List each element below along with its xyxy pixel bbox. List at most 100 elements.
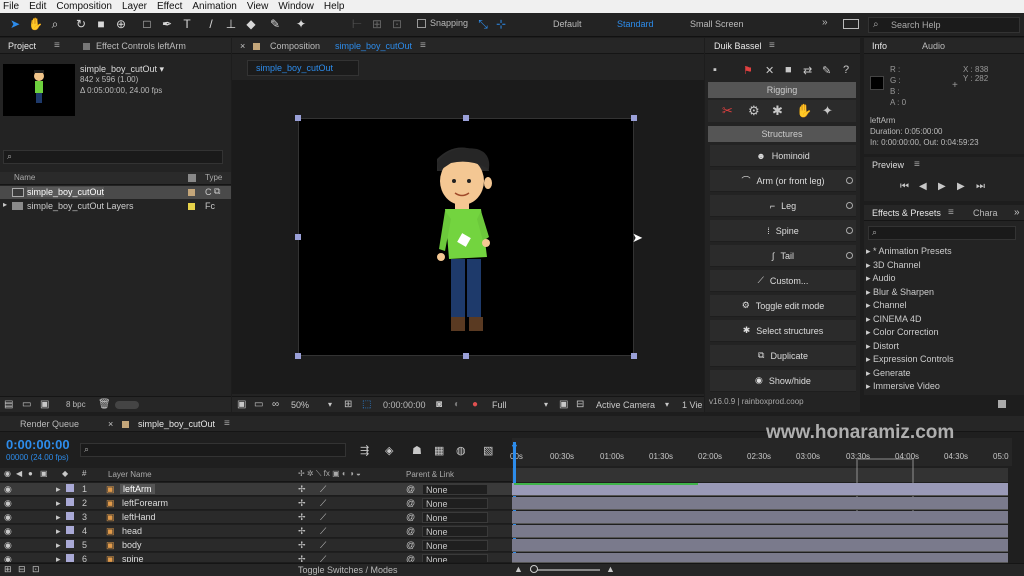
menu-help[interactable]: Help: [324, 1, 345, 12]
layer-row[interactable]: ◉ ▸ 3 ▣ leftHand ✢ ⟋ @ None: [0, 511, 512, 524]
duik-zero-icon[interactable]: ✦: [822, 103, 833, 119]
mask-view-icon[interactable]: ∞: [272, 399, 279, 410]
close-icon[interactable]: ×: [108, 419, 113, 429]
visibility-eye-icon[interactable]: ◉: [4, 554, 12, 562]
layer-duration-bar[interactable]: [512, 553, 1008, 563]
timeline-search-input[interactable]: ⌕: [80, 443, 346, 457]
menu-window[interactable]: Window: [278, 1, 314, 12]
bounding-handle[interactable]: [631, 353, 637, 359]
quality-switch-icon[interactable]: ⟋: [320, 498, 326, 509]
effect-category[interactable]: ▸ * Animation Presets: [866, 245, 1011, 258]
options-radio[interactable]: [846, 202, 853, 209]
always-preview-icon[interactable]: ▣: [237, 399, 246, 410]
snapshot-icon[interactable]: ◙: [436, 399, 442, 410]
expand-arrow-icon[interactable]: ▸: [56, 512, 61, 523]
duik-toggle-edit-button[interactable]: ⚙ Toggle edit mode: [710, 295, 856, 317]
bounding-handle[interactable]: [463, 115, 469, 121]
pick-whip-icon[interactable]: @: [406, 540, 415, 550]
composition-tab-prefix[interactable]: Composition: [270, 41, 320, 51]
expand-arrow-icon[interactable]: ▸: [56, 498, 61, 509]
visibility-eye-icon[interactable]: ◉: [4, 512, 12, 523]
zoom-in-icon[interactable]: ▲: [606, 564, 615, 574]
visibility-eye-icon[interactable]: ◉: [4, 498, 12, 509]
duik-camera-icon[interactable]: ■: [785, 64, 792, 76]
tab-render-queue[interactable]: Render Queue: [20, 419, 79, 429]
tab-info[interactable]: Info: [872, 41, 887, 51]
duik-menu-icon[interactable]: ≡: [769, 40, 775, 51]
comp-flow-subtab[interactable]: simple_boy_cutOut: [247, 60, 359, 76]
timeline-menu-icon[interactable]: ≡: [224, 418, 230, 429]
snapping-checkbox[interactable]: [417, 19, 426, 28]
options-radio[interactable]: [846, 227, 853, 234]
duik-settings-icon[interactable]: ▪: [713, 64, 717, 76]
menu-effect[interactable]: Effect: [157, 1, 182, 12]
channel-icon[interactable]: ●: [472, 399, 478, 410]
shy-switch-icon[interactable]: ✢: [298, 484, 306, 495]
solo-toggle-icon[interactable]: ●: [28, 469, 33, 478]
effect-category[interactable]: ▸ Channel: [866, 299, 1011, 312]
eraser-tool-icon[interactable]: ◆: [244, 17, 258, 31]
layer-duration-bar[interactable]: [512, 497, 1008, 510]
menu-edit[interactable]: Edit: [29, 1, 46, 12]
quality-switch-icon[interactable]: ⟋: [320, 554, 326, 562]
layer-label-swatch[interactable]: [66, 526, 74, 534]
axis-view-icon[interactable]: ⊡: [390, 17, 404, 31]
duik-hominoid-button[interactable]: ☻ Hominoid: [710, 145, 856, 167]
trash-icon[interactable]: 🗑: [98, 399, 111, 410]
sync-settings-icon[interactable]: [843, 19, 859, 29]
column-name[interactable]: Name: [14, 173, 35, 182]
layer-row[interactable]: ◉ ▸ 6 ▣ spine ✢ ⟋ @ None: [0, 553, 512, 563]
play-icon[interactable]: ▶: [938, 181, 946, 192]
fast-previews-icon[interactable]: ▣: [559, 399, 568, 410]
project-menu-icon[interactable]: ≡: [54, 40, 60, 51]
layer-duration-bar[interactable]: [512, 525, 1008, 538]
layer-duration-bar[interactable]: [512, 539, 1008, 552]
snap-features-icon[interactable]: ⊹: [494, 17, 508, 31]
workspace-default[interactable]: Default: [553, 19, 582, 29]
region-of-interest-icon[interactable]: ⊞: [344, 399, 352, 410]
layer-label-swatch[interactable]: [66, 498, 74, 506]
next-frame-icon[interactable]: ▶: [957, 181, 965, 192]
interpret-footage-icon[interactable]: ▤: [4, 399, 13, 410]
workspace-overflow-icon[interactable]: »: [822, 17, 828, 28]
camera-tool-icon[interactable]: ■: [94, 17, 108, 31]
rotate-tool-icon[interactable]: ↻: [74, 17, 88, 31]
pick-whip-icon[interactable]: @: [406, 498, 415, 508]
layer-label-swatch[interactable]: [66, 484, 74, 492]
first-frame-icon[interactable]: ⏮: [900, 181, 909, 192]
options-radio[interactable]: [846, 177, 853, 184]
bpc-label[interactable]: 8 bpc: [66, 400, 86, 409]
zoom-out-icon[interactable]: ▲: [514, 564, 523, 574]
pick-whip-icon[interactable]: @: [406, 512, 415, 522]
duik-spine-button[interactable]: ⁞ Spine: [710, 220, 856, 242]
modes-pane-icon[interactable]: ⊟: [18, 564, 26, 575]
show-snapshot-icon[interactable]: ◐: [454, 399, 460, 410]
resolution-dropdown[interactable]: Full: [492, 400, 507, 410]
project-search-input[interactable]: ⌕: [3, 150, 223, 164]
preview-menu-icon[interactable]: ≡: [914, 159, 920, 170]
column-type[interactable]: Type: [205, 173, 222, 182]
quality-switch-icon[interactable]: ⟋: [320, 526, 326, 537]
duik-links-icon[interactable]: ✱: [772, 103, 783, 119]
shy-layers-icon[interactable]: ☗: [412, 444, 422, 457]
effect-category[interactable]: ▸ 3D Channel: [866, 259, 1011, 272]
pan-behind-tool-icon[interactable]: ⊕: [114, 17, 128, 31]
layer-row[interactable]: ◉ ▸ 2 ▣ leftForearm ✢ ⟋ @ None: [0, 497, 512, 510]
zoom-tool-icon[interactable]: ⌕: [48, 17, 62, 31]
bounding-handle[interactable]: [295, 234, 301, 240]
motion-blur-icon[interactable]: ◍: [456, 444, 466, 457]
help-search-box[interactable]: ⌕ Search Help: [868, 17, 1020, 33]
effect-category[interactable]: ▸ Color Correction: [866, 326, 1011, 339]
duik-autorig-icon[interactable]: ⚙: [748, 103, 760, 119]
frame-blending-icon[interactable]: ▦: [434, 444, 444, 457]
effects-search-input[interactable]: ⌕: [868, 226, 1016, 240]
roto-brush-tool-icon[interactable]: ✎: [268, 17, 282, 31]
layer-name[interactable]: leftArm: [120, 484, 155, 494]
column-parent-link[interactable]: Parent & Link: [406, 470, 454, 479]
shy-switch-icon[interactable]: ✢: [298, 512, 306, 523]
zoom-slider-handle[interactable]: [530, 565, 538, 573]
hand-tool-icon[interactable]: ✋: [28, 17, 43, 31]
layer-label-swatch[interactable]: [66, 540, 74, 548]
rectangle-tool-icon[interactable]: □: [140, 17, 154, 31]
bounding-handle[interactable]: [295, 353, 301, 359]
